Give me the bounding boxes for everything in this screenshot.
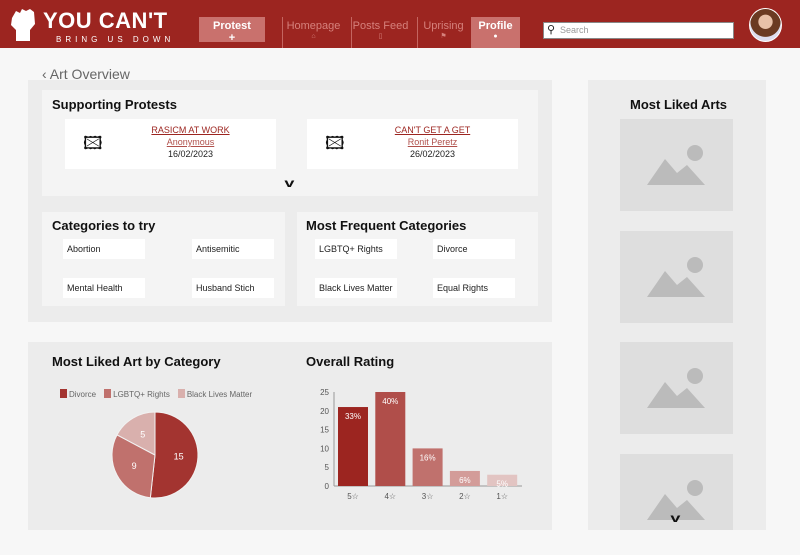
bar-data-label: 5%	[496, 480, 508, 489]
nav-uprising[interactable]: Uprising ⚑	[417, 17, 469, 48]
nav-label: Posts Feed	[352, 20, 409, 32]
chevron-down-icon[interactable]: v	[284, 176, 294, 190]
legend-item: Divorce	[60, 389, 96, 399]
document-icon: ▯	[378, 33, 383, 40]
nav-label: Uprising	[423, 20, 464, 32]
protest-item[interactable]: 🖾 CAN'T GET A GET Ronit Peretz 26/02/202…	[307, 119, 518, 169]
bar-data-label: 40%	[382, 397, 398, 406]
bar-chart-title: Overall Rating	[306, 354, 395, 369]
nav-profile[interactable]: Profile ●	[471, 17, 520, 48]
bar-chart: 0 5 10 15 20 25 33% 5☆ 40% 4☆ 16% 3☆ 6% 2☆ 5% 1☆	[320, 388, 522, 501]
top-navbar: YOU CAN'T BRING US DOWN Protest + Homepag…	[0, 0, 800, 48]
image-placeholder-icon	[647, 257, 705, 297]
x-tick-label: 1☆	[496, 492, 508, 501]
logo-subtitle: BRING US DOWN	[56, 35, 175, 44]
legend-item: LGBTQ+ Rights	[104, 389, 170, 399]
legend-label: LGBTQ+ Rights	[113, 390, 170, 399]
search-input[interactable]: ⚲ Search	[543, 22, 734, 39]
legend-label: Black Lives Matter	[186, 390, 253, 399]
category-tag[interactable]: Abortion	[63, 239, 145, 259]
home-icon: ⌂	[311, 33, 316, 40]
supporting-protests-title: Supporting Protests	[52, 97, 177, 112]
x-tick-label: 5☆	[347, 492, 359, 501]
protest-title-link[interactable]: CAN'T GET A GET	[307, 125, 518, 135]
pie-label: 15	[174, 451, 184, 461]
pie-chart: 1595	[111, 411, 199, 499]
y-tick-label: 15	[320, 426, 329, 435]
category-tag[interactable]: LGBTQ+ Rights	[315, 239, 397, 259]
pie-chart-title: Most Liked Art by Category	[52, 354, 221, 369]
nav-posts-feed[interactable]: Posts Feed ▯	[351, 17, 409, 48]
bar-data-label: 16%	[420, 453, 436, 462]
protest-button[interactable]: Protest +	[199, 17, 265, 44]
x-tick-label: 4☆	[384, 492, 396, 501]
category-tag[interactable]: Mental Health	[63, 278, 145, 298]
protest-author-link[interactable]: Ronit Peretz	[307, 137, 518, 147]
pie-label: 5	[140, 430, 145, 440]
plus-icon: +	[228, 32, 236, 44]
protest-date: 26/02/2023	[409, 149, 456, 159]
bar-data-label: 6%	[459, 476, 471, 485]
most-liked-arts-title: Most Liked Arts	[630, 97, 728, 112]
protest-label: Protest	[213, 20, 251, 32]
search-placeholder: Search	[560, 25, 589, 35]
categories-to-try-title: Categories to try	[52, 218, 156, 233]
avatar[interactable]	[749, 8, 782, 42]
search-icon: ⚲	[547, 24, 556, 36]
bar-data-label: 33%	[345, 412, 361, 421]
category-tag[interactable]: Divorce	[433, 239, 515, 259]
art-thumbnail[interactable]	[620, 231, 733, 323]
category-tag[interactable]: Black Lives Matter	[315, 278, 397, 298]
category-tag[interactable]: Equal Rights	[433, 278, 515, 298]
image-placeholder-icon	[647, 368, 705, 408]
y-tick-label: 5	[325, 463, 330, 472]
image-placeholder-icon	[647, 145, 705, 185]
frequent-categories-title: Most Frequent Categories	[306, 218, 467, 233]
protest-author-link[interactable]: Anonymous	[65, 137, 276, 147]
flag-icon: ⚑	[440, 33, 447, 40]
nav-label: Homepage	[286, 20, 341, 32]
nav-label: Profile	[478, 20, 513, 32]
protest-title-link[interactable]: RASICM AT WORK	[65, 125, 276, 135]
category-tag[interactable]: Antisemitic	[192, 239, 274, 259]
art-thumbnail[interactable]	[620, 342, 733, 434]
chevron-down-icon[interactable]: v	[670, 511, 680, 525]
bar	[375, 392, 406, 486]
fist-icon	[11, 9, 35, 41]
logo-title: YOU CAN'T	[43, 8, 168, 33]
y-tick-label: 0	[325, 482, 330, 491]
art-thumbnail[interactable]	[620, 119, 733, 211]
category-tag[interactable]: Husband Stich	[192, 278, 274, 298]
y-tick-label: 20	[320, 407, 329, 416]
logo[interactable]: YOU CAN'T BRING US DOWN	[8, 8, 170, 47]
nav-homepage[interactable]: Homepage ⌂	[282, 17, 344, 48]
legend-label: Divorce	[69, 390, 97, 399]
legend-item: Black Lives Matter	[177, 389, 253, 399]
y-tick-label: 25	[320, 388, 329, 397]
protest-item[interactable]: 🖾 RASICM AT WORK Anonymous 16/02/2023	[65, 119, 276, 169]
pie-legend: Divorce LGBTQ+ Rights Black Lives Matter	[60, 389, 252, 399]
pie-label: 9	[132, 461, 137, 471]
protest-date: 16/02/2023	[167, 149, 214, 159]
y-tick-label: 10	[320, 444, 329, 453]
user-icon: ●	[493, 33, 498, 40]
x-tick-label: 2☆	[459, 492, 471, 501]
x-tick-label: 3☆	[422, 492, 434, 501]
